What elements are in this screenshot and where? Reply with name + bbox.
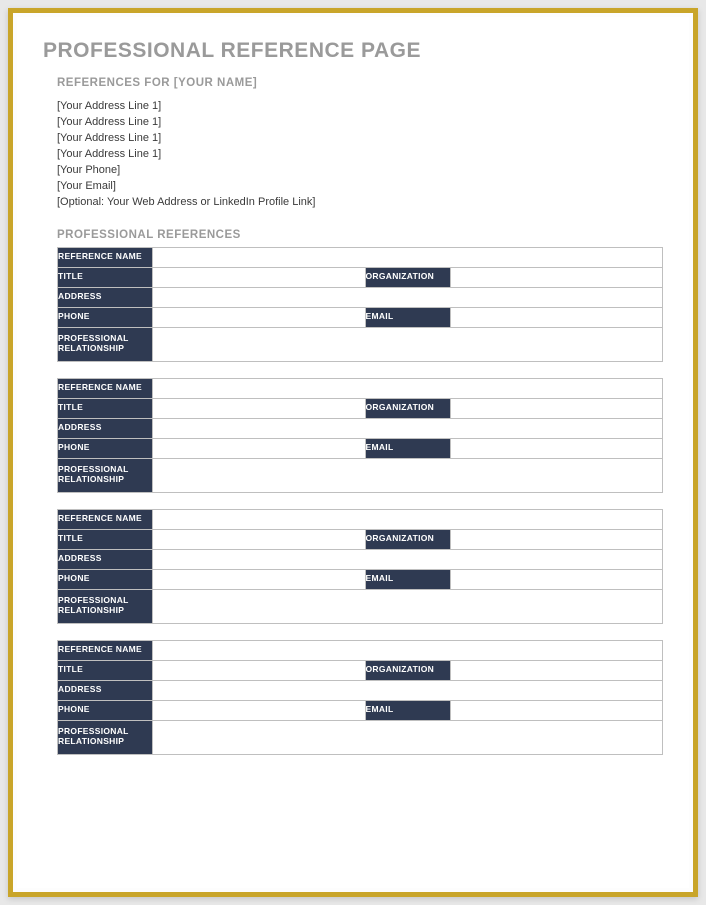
label-reference-name: REFERENCE NAME (58, 640, 153, 660)
value-title[interactable] (153, 529, 366, 549)
label-phone: PHONE (58, 307, 153, 327)
label-organization: ORGANIZATION (365, 529, 450, 549)
contact-block: [Your Address Line 1] [Your Address Line… (57, 99, 663, 211)
document-page: PROFESSIONAL REFERENCE PAGE REFERENCES F… (17, 17, 689, 888)
label-organization: ORGANIZATION (365, 660, 450, 680)
value-email[interactable] (450, 438, 663, 458)
value-reference-name[interactable] (153, 378, 663, 398)
value-reference-name[interactable] (153, 247, 663, 267)
label-reference-name: REFERENCE NAME (58, 378, 153, 398)
label-organization: ORGANIZATION (365, 267, 450, 287)
value-organization[interactable] (450, 660, 663, 680)
value-reference-name[interactable] (153, 640, 663, 660)
label-address: ADDRESS (58, 549, 153, 569)
reference-block: REFERENCE NAME TITLE ORGANIZATION ADDRES… (57, 640, 663, 755)
label-title: TITLE (58, 660, 153, 680)
contact-line: [Your Address Line 1] (57, 99, 663, 115)
value-phone[interactable] (153, 307, 366, 327)
label-email: EMAIL (365, 700, 450, 720)
label-professional-relationship: PROFESSIONAL RELATIONSHIP (58, 327, 153, 361)
value-professional-relationship[interactable] (153, 720, 663, 754)
value-email[interactable] (450, 569, 663, 589)
label-professional-relationship: PROFESSIONAL RELATIONSHIP (58, 720, 153, 754)
reference-block: REFERENCE NAME TITLE ORGANIZATION ADDRES… (57, 247, 663, 362)
value-title[interactable] (153, 267, 366, 287)
label-phone: PHONE (58, 700, 153, 720)
label-email: EMAIL (365, 569, 450, 589)
reference-block: REFERENCE NAME TITLE ORGANIZATION ADDRES… (57, 378, 663, 493)
label-title: TITLE (58, 529, 153, 549)
label-professional-relationship: PROFESSIONAL RELATIONSHIP (58, 589, 153, 623)
page-title: PROFESSIONAL REFERENCE PAGE (43, 39, 663, 63)
label-email: EMAIL (365, 438, 450, 458)
label-title: TITLE (58, 267, 153, 287)
label-address: ADDRESS (58, 680, 153, 700)
label-phone: PHONE (58, 569, 153, 589)
value-title[interactable] (153, 398, 366, 418)
document-frame: PROFESSIONAL REFERENCE PAGE REFERENCES F… (8, 8, 698, 897)
label-phone: PHONE (58, 438, 153, 458)
value-professional-relationship[interactable] (153, 589, 663, 623)
value-phone[interactable] (153, 569, 366, 589)
value-professional-relationship[interactable] (153, 327, 663, 361)
value-organization[interactable] (450, 529, 663, 549)
references-for-heading: REFERENCES FOR [YOUR NAME] (57, 77, 663, 89)
label-title: TITLE (58, 398, 153, 418)
value-reference-name[interactable] (153, 509, 663, 529)
label-reference-name: REFERENCE NAME (58, 247, 153, 267)
label-email: EMAIL (365, 307, 450, 327)
value-organization[interactable] (450, 398, 663, 418)
value-phone[interactable] (153, 438, 366, 458)
label-professional-relationship: PROFESSIONAL RELATIONSHIP (58, 458, 153, 492)
label-address: ADDRESS (58, 287, 153, 307)
contact-line: [Your Phone] (57, 163, 663, 179)
label-address: ADDRESS (58, 418, 153, 438)
value-email[interactable] (450, 700, 663, 720)
contact-line: [Optional: Your Web Address or LinkedIn … (57, 195, 663, 211)
value-professional-relationship[interactable] (153, 458, 663, 492)
label-organization: ORGANIZATION (365, 398, 450, 418)
value-title[interactable] (153, 660, 366, 680)
value-address[interactable] (153, 418, 663, 438)
value-address[interactable] (153, 287, 663, 307)
value-phone[interactable] (153, 700, 366, 720)
professional-references-heading: PROFESSIONAL REFERENCES (57, 229, 663, 241)
value-organization[interactable] (450, 267, 663, 287)
contact-line: [Your Email] (57, 179, 663, 195)
label-reference-name: REFERENCE NAME (58, 509, 153, 529)
contact-line: [Your Address Line 1] (57, 115, 663, 131)
contact-line: [Your Address Line 1] (57, 147, 663, 163)
reference-block: REFERENCE NAME TITLE ORGANIZATION ADDRES… (57, 509, 663, 624)
value-address[interactable] (153, 680, 663, 700)
value-address[interactable] (153, 549, 663, 569)
contact-line: [Your Address Line 1] (57, 131, 663, 147)
value-email[interactable] (450, 307, 663, 327)
